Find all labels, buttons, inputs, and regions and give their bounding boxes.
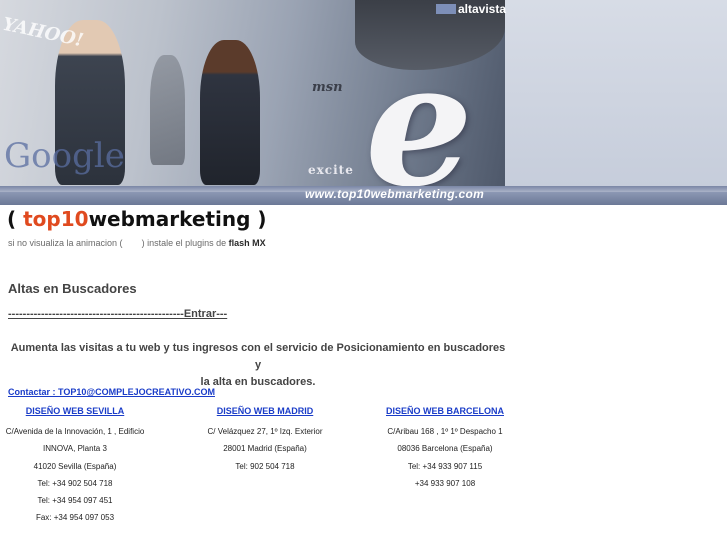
banner-right-panel	[505, 0, 727, 188]
brand-accent: top10	[23, 207, 89, 231]
office-line: C/Avenida de la Innovación, 1 , Edificio	[5, 427, 145, 436]
office-line: Fax: +34 954 097 053	[35, 513, 115, 523]
office-line: Tel: 902 504 718	[235, 461, 295, 471]
flash-note-post: ) instale el plugins de	[141, 238, 227, 248]
banner-url: www.top10webmarketing.com	[305, 187, 485, 201]
background-figure	[150, 55, 185, 165]
banner-photo: YAHOO! Google msn excite e	[0, 0, 505, 205]
page-heading: Altas en Buscadores	[8, 281, 137, 296]
office-sevilla: DISEÑO WEB SEVILLA C/Avenida de la Innov…	[0, 405, 150, 527]
office-title-sevilla[interactable]: DISEÑO WEB SEVILLA	[0, 405, 150, 417]
contact-link[interactable]: Contactar : TOP10@COMPLEJOCREATIVO.COM	[8, 387, 215, 397]
brand-logo[interactable]: ( top10webmarketing )	[7, 207, 267, 231]
office-line: 08036 Barcelona (España)	[397, 444, 493, 454]
header-banner: YAHOO! Google msn excite e altavista www…	[0, 0, 727, 205]
office-title-madrid[interactable]: DISEÑO WEB MADRID	[195, 405, 335, 417]
businessman-figure	[200, 40, 260, 185]
office-line: Tel: +34 933 907 115	[407, 461, 483, 471]
explorer-e-logo: e	[365, 25, 474, 205]
office-madrid: DISEÑO WEB MADRID C/ Velázquez 27, 1º Iz…	[195, 405, 335, 475]
office-barcelona: DISEÑO WEB BARCELONA C/Aribau 168 , 1º 1…	[375, 405, 515, 492]
brand-rest: webmarketing	[88, 207, 251, 231]
flash-note-bold: flash MX	[228, 238, 266, 248]
excite-logo: excite	[308, 163, 354, 177]
google-logo: Google	[4, 136, 125, 176]
office-line: INNOVA, Planta 3	[43, 444, 107, 454]
msn-logo: msn	[312, 80, 343, 95]
promo-line-1: Aumenta las visitas a tu web y tus ingre…	[10, 342, 506, 371]
brand-close: )	[250, 207, 267, 231]
office-line: Tel: +34 954 097 451	[37, 496, 113, 506]
office-line: C/ Velázquez 27, 1º Izq. Exterior	[207, 427, 323, 436]
office-line: 41020 Sevilla (España)	[33, 461, 117, 471]
yahoo-logo: YAHOO!	[0, 13, 86, 52]
office-title-barcelona[interactable]: DISEÑO WEB BARCELONA	[375, 405, 515, 417]
office-line: Tel: +34 902 504 718	[37, 478, 113, 488]
altavista-logo: altavista	[436, 2, 506, 16]
office-line: +34 933 907 108	[414, 478, 476, 488]
promo-text: Aumenta las visitas a tu web y tus ingre…	[8, 340, 508, 391]
office-line: 28001 Madrid (España)	[223, 444, 307, 454]
enter-link[interactable]: ----------------------------------------…	[8, 308, 227, 320]
flash-note-pre: si no visualiza la animacion (	[8, 238, 123, 248]
flash-plugin-note: si no visualiza la animacion ( ) instale…	[8, 238, 266, 248]
office-line: C/Aribau 168 , 1º 1º Despacho 1	[387, 427, 503, 436]
brand-open: (	[7, 207, 24, 231]
